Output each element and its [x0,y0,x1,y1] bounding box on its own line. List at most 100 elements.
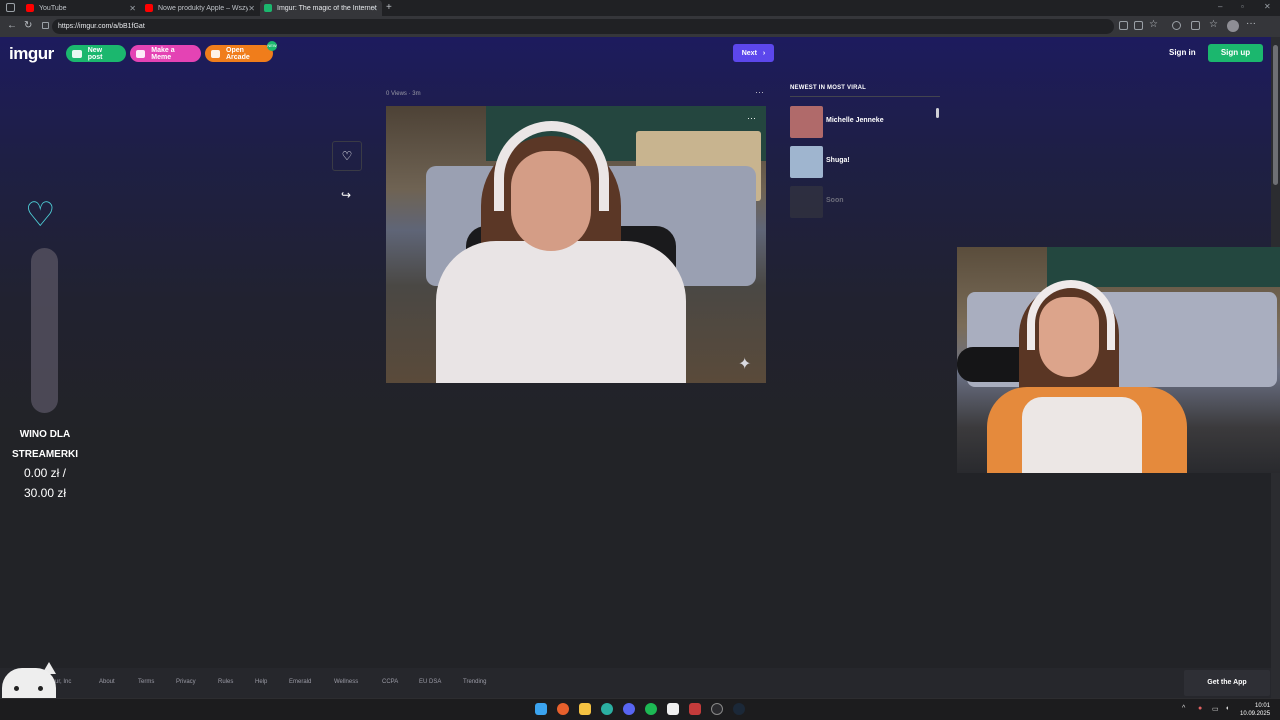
footer-link-terms[interactable]: Terms [138,679,154,685]
firefox-icon[interactable] [557,703,569,715]
windows-start-icon[interactable] [535,703,547,715]
favorites-icon[interactable]: ☆ [1209,19,1218,30]
sidebar-item-michelle[interactable]: Michelle Jenneke [790,105,940,139]
sidebar-item-soon[interactable]: Soon [790,185,940,219]
sign-in-link[interactable]: Sign in [1169,48,1196,57]
close-tab-icon[interactable]: ✕ [371,4,378,13]
edge-icon[interactable] [601,703,613,715]
media-more-icon[interactable]: ··· [747,113,756,123]
refresh-extension-icon[interactable] [1172,21,1181,30]
browser-toolbar: ← ↻ https://imgur.com/a/bB1fGat ☆ ☆ ··· [0,16,1280,37]
next-button[interactable]: Next › [733,44,774,62]
tab-label: Imgur: The magic of the Internet [277,4,377,12]
tab-overview-icon[interactable] [6,3,15,12]
post-meta: 0 Views · 3m [386,91,421,97]
volume-icon[interactable]: ◖ [1225,705,1229,712]
close-tab-icon[interactable]: ✕ [248,4,255,13]
sidebar-scroll-indicator[interactable] [936,108,939,118]
site-info-icon[interactable] [42,22,49,29]
open-arcade-button[interactable]: Open Arcade [205,45,273,62]
favorite-button[interactable]: ♡ [332,141,362,171]
more-menu-icon[interactable]: ··· [1246,18,1256,29]
footer: Imgur, Inc About Terms Privacy Rules Hel… [0,668,1271,698]
post-more-icon[interactable]: ··· [755,87,764,97]
sidebar-divider [790,96,940,97]
footer-link-privacy[interactable]: Privacy [176,679,196,685]
scrollbar-thumb[interactable] [1273,45,1278,185]
post-image[interactable] [386,106,766,383]
youtube-favicon-icon [26,4,34,12]
footer-link-rules[interactable]: Rules [218,679,233,685]
goal-progress-bar [31,248,58,413]
url-bar[interactable]: https://imgur.com/a/bB1fGat [52,19,1114,34]
make-meme-button[interactable]: Make a Meme [130,45,201,62]
obs-icon[interactable] [711,703,723,715]
heart-icon: ♡ [341,149,353,163]
footer-link-trending[interactable]: Trending [463,679,486,685]
goal-amount-line: 0.00 zł / [23,466,67,480]
plus-icon [72,49,82,58]
tab-apple[interactable]: Nowe produkty Apple – Wszystk ✕ [141,0,259,16]
read-aloud-icon[interactable] [1134,21,1143,30]
meme-icon [136,49,146,58]
discord-icon[interactable] [623,703,635,715]
footer-link-help[interactable]: Help [255,679,267,685]
file-explorer-icon[interactable] [579,703,591,715]
post-thumbnail [790,146,823,178]
footer-link-wellness[interactable]: Wellness [334,679,358,685]
youtube-favicon-icon [145,4,153,12]
cat-eye-shape [38,686,43,691]
news-app-icon[interactable] [689,703,701,715]
imgur-logo[interactable]: imgur [9,44,54,64]
restore-icon[interactable]: ▫ [1241,2,1244,11]
close-tab-icon[interactable]: ✕ [129,4,136,13]
sign-up-button[interactable]: Sign up [1208,44,1263,62]
network-icon[interactable]: ▭ [1212,705,1219,713]
tab-label: YouTube [39,4,67,12]
new-tab-icon[interactable]: + [386,2,392,13]
close-window-icon[interactable]: ✕ [1264,2,1271,11]
goal-amount-line: 30.00 zł [23,486,67,500]
goal-amount: 0.00 zł / 30.00 zł [0,463,90,503]
footer-link-emerald[interactable]: Emerald [289,679,311,685]
footer-link-about[interactable]: About [99,679,115,685]
notion-icon[interactable] [667,703,679,715]
share-arrow-icon[interactable]: ↪ [341,188,351,202]
sidebar-item-shuga[interactable]: Shuga! [790,145,940,179]
goal-title-line: WINO DLA [19,429,71,440]
tab-youtube[interactable]: YouTube ✕ [22,0,140,16]
gamepad-icon [211,49,220,58]
goal-title-line: STREAMERKI [11,449,79,460]
spotify-icon[interactable] [645,703,657,715]
next-label: Next [741,49,757,57]
make-meme-label: Make a Meme [151,46,175,61]
reload-icon[interactable]: ↻ [24,20,32,32]
tray-clock[interactable]: 10:01 10.09.2025 [1240,702,1270,718]
browser-tab-bar: YouTube ✕ Nowe produkty Apple – Wszystk … [0,0,1280,16]
back-arrow-icon[interactable]: ← [7,20,17,32]
sidebar-item-label: Soon [826,197,844,204]
get-app-button[interactable]: Get the App [1184,670,1270,696]
footer-link-eu-dsa[interactable]: EU DSA [419,679,441,685]
sparkle-icon: ✦ [738,356,752,373]
star-bookmark-icon[interactable]: ☆ [1149,19,1158,30]
tray-chevron-icon[interactable]: ^ [1182,705,1185,712]
extensions-icon[interactable] [1191,21,1200,30]
goal-title: WINO DLA STREAMERKI [0,425,90,465]
webcam-feed [957,247,1280,473]
sidebar-title: NEWEST IN MOST VIRAL [790,85,866,91]
footer-link-ccpa[interactable]: CCPA [382,679,398,685]
mic-tray-icon[interactable]: ● [1198,705,1202,712]
sidebar-item-label: Shuga! [826,157,850,164]
sidebar-item-label: Michelle Jenneke [826,117,884,124]
profile-avatar[interactable] [1227,20,1239,32]
steam-icon[interactable] [733,703,745,715]
post-thumbnail [790,106,823,138]
shirt-shape [436,241,686,383]
tab-imgur[interactable]: Imgur: The magic of the Internet ✕ [260,0,382,16]
minimize-icon[interactable]: – [1218,2,1222,11]
new-badge: NEW [267,41,277,51]
translate-icon[interactable] [1119,21,1128,30]
new-post-label: New post [87,46,103,61]
new-post-button[interactable]: New post [66,45,126,62]
